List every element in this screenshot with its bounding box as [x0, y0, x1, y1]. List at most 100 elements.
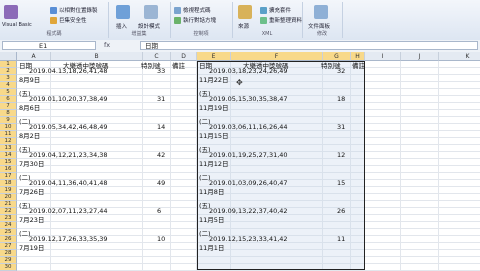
row-header-8[interactable]: 8 [0, 110, 17, 117]
right-table-special-number[interactable]: 18 [337, 95, 345, 103]
left-table-date[interactable]: 8月2日 [19, 130, 40, 140]
left-table-date[interactable]: 7月23日 [19, 214, 44, 224]
left-table-header-note[interactable]: 備註 [172, 60, 185, 70]
dialog-icon [174, 16, 181, 24]
row-header-22[interactable]: 22 [0, 208, 17, 215]
row-header-25[interactable]: 25 [0, 229, 17, 236]
right-table-header-note[interactable]: 備註 [352, 60, 365, 70]
group-label-modify: 修改 [316, 31, 327, 37]
right-table-date[interactable]: 11月22日 [199, 74, 229, 84]
left-table-special-number[interactable]: 6 [157, 207, 161, 215]
row-header-29[interactable]: 29 [0, 257, 17, 264]
right-table-special-number[interactable]: 26 [337, 207, 345, 215]
left-table-date[interactable]: 8月9日 [19, 74, 40, 84]
row-header-9[interactable]: 9 [0, 117, 17, 124]
row-header-6[interactable]: 6 [0, 96, 17, 103]
group-label-code: 程式碼 [46, 31, 62, 37]
left-table-draw-numbers[interactable]: 2019.01,10,20,37,38,49 [29, 95, 108, 103]
row-header-11[interactable]: 11 [0, 131, 17, 138]
ribbon-group-code: Visual Basic 以相對位置錄製 巨集安全性 程式碼 [0, 2, 109, 38]
document-panel-icon[interactable] [314, 5, 328, 19]
design-mode-icon[interactable] [144, 5, 158, 19]
refresh-data-button[interactable]: 重新整理資料 [260, 16, 302, 24]
row-header-15[interactable]: 15 [0, 159, 17, 166]
visual-basic-button[interactable]: Visual Basic [2, 22, 32, 28]
visual-basic-icon[interactable] [4, 5, 18, 19]
row-header-13[interactable]: 13 [0, 145, 17, 152]
expansion-pack-button[interactable]: 擴充套件 [260, 6, 291, 14]
insert-control-icon[interactable] [116, 5, 130, 19]
document-panel-button[interactable]: 文件面板 [308, 22, 330, 30]
select-all-corner[interactable] [0, 52, 17, 61]
row-header-16[interactable]: 16 [0, 166, 17, 173]
record-icon [50, 6, 57, 14]
view-code-button[interactable]: 檢視程式碼 [174, 6, 211, 14]
left-table-date[interactable]: 7月26日 [19, 186, 44, 196]
source-button[interactable]: 來源 [238, 22, 249, 30]
right-table-special-number[interactable]: 31 [337, 123, 345, 131]
right-table-date[interactable]: 11月8日 [199, 186, 224, 196]
row-header-28[interactable]: 28 [0, 250, 17, 257]
warning-icon [50, 16, 57, 24]
insert-button[interactable]: 插入 [116, 22, 127, 30]
left-table-date[interactable]: 7月30日 [19, 158, 44, 168]
left-table-special-number[interactable]: 14 [157, 123, 165, 131]
run-dialog-button[interactable]: 執行對話方塊 [174, 16, 216, 24]
ribbon-group-controls: 檢視程式碼 執行對話方塊 控制項 [170, 2, 233, 38]
design-mode-button[interactable]: 設計模式 [138, 22, 160, 30]
right-table-date[interactable]: 11月5日 [199, 214, 224, 224]
left-table-special-number[interactable]: 33 [157, 67, 165, 75]
row-header-23[interactable]: 23 [0, 215, 17, 222]
refresh-icon [260, 16, 267, 24]
left-table-draw-numbers[interactable]: 2019.04.13,18,26,41,48 [29, 67, 108, 75]
source-icon[interactable] [238, 5, 252, 19]
row-header-3[interactable]: 3 [0, 75, 17, 82]
code-icon [174, 6, 181, 14]
right-table-date[interactable]: 11月12日 [199, 158, 229, 168]
left-table-special-number[interactable]: 10 [157, 235, 165, 243]
formula-input[interactable]: 日期 [140, 41, 478, 50]
row-header-27[interactable]: 27 [0, 243, 17, 250]
right-table-date[interactable]: 11月19日 [199, 102, 229, 112]
left-table-special-number[interactable]: 49 [157, 179, 165, 187]
name-box[interactable]: E1 [2, 41, 96, 50]
row-header-21[interactable]: 21 [0, 201, 17, 208]
row-header-17[interactable]: 17 [0, 173, 17, 180]
group-label-controls: 控制項 [193, 31, 209, 37]
right-table-special-number[interactable]: 12 [337, 151, 345, 159]
row-header-1[interactable]: 1 [0, 61, 17, 68]
column-header-i[interactable]: I [365, 52, 401, 61]
left-table-date[interactable]: 7月19日 [19, 242, 44, 252]
left-table-special-number[interactable]: 31 [157, 95, 165, 103]
right-table-date[interactable]: 11月1日 [199, 242, 224, 252]
row-header-19[interactable]: 19 [0, 187, 17, 194]
left-table-draw-numbers[interactable]: 2019.05,34,42,46,48,49 [29, 123, 108, 131]
row-header-20[interactable]: 20 [0, 194, 17, 201]
record-relative-button[interactable]: 以相對位置錄製 [50, 6, 98, 14]
row-header-4[interactable]: 4 [0, 82, 17, 89]
macro-security-button[interactable]: 巨集安全性 [50, 16, 87, 24]
row-header-26[interactable]: 26 [0, 236, 17, 243]
left-table-special-number[interactable]: 42 [157, 151, 165, 159]
row-header-2[interactable]: 2 [0, 68, 17, 75]
row-header-7[interactable]: 7 [0, 103, 17, 110]
right-table-special-number[interactable]: 11 [337, 235, 345, 243]
row-header-18[interactable]: 18 [0, 180, 17, 187]
row-header-10[interactable]: 10 [0, 124, 17, 131]
right-table-date[interactable]: 11月15日 [199, 130, 229, 140]
row-header-14[interactable]: 14 [0, 152, 17, 159]
ribbon-group-modify: 文件面板 修改 [302, 2, 343, 38]
row-header-24[interactable]: 24 [0, 222, 17, 229]
group-label-xml: XML [261, 31, 273, 37]
ribbon: Visual Basic 以相對位置錄製 巨集安全性 程式碼 插入 設計模式 增… [0, 0, 480, 41]
left-table-date[interactable]: 8月6日 [19, 102, 40, 112]
column-header-k[interactable]: K [439, 52, 480, 61]
fx-icon[interactable]: fx [104, 41, 110, 49]
right-table-special-number[interactable]: 15 [337, 179, 345, 187]
column-header-j[interactable]: J [401, 52, 439, 61]
row-header-5[interactable]: 5 [0, 89, 17, 96]
ribbon-group-addins: 插入 設計模式 增益集 [108, 2, 171, 38]
ribbon-group-xml: 來源 擴充套件 重新整理資料 XML [232, 2, 303, 38]
right-table-special-number[interactable]: 32 [337, 67, 345, 75]
row-header-12[interactable]: 12 [0, 138, 17, 145]
